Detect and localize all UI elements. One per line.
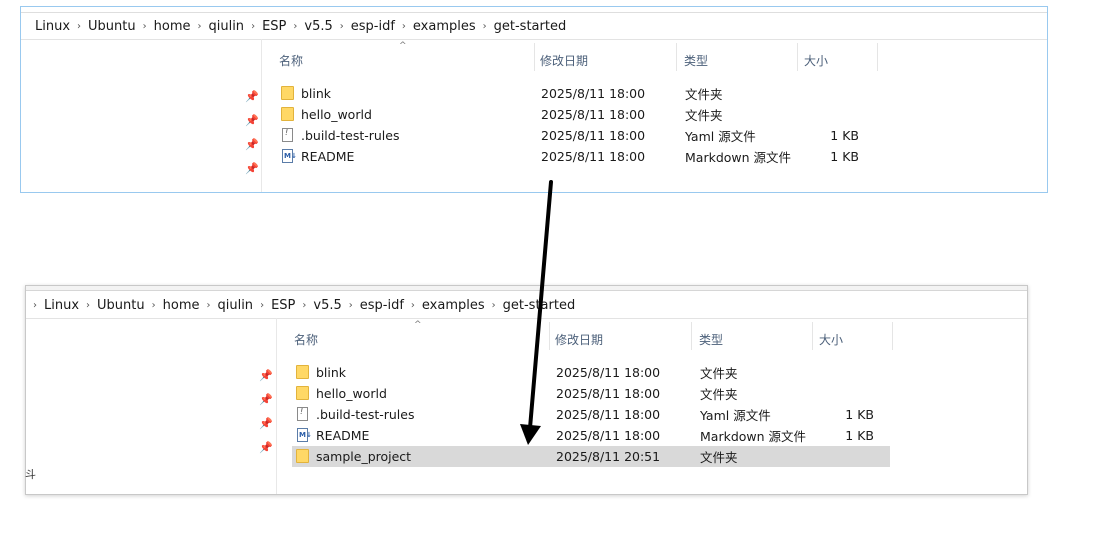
annotation-arrow	[520, 180, 553, 445]
